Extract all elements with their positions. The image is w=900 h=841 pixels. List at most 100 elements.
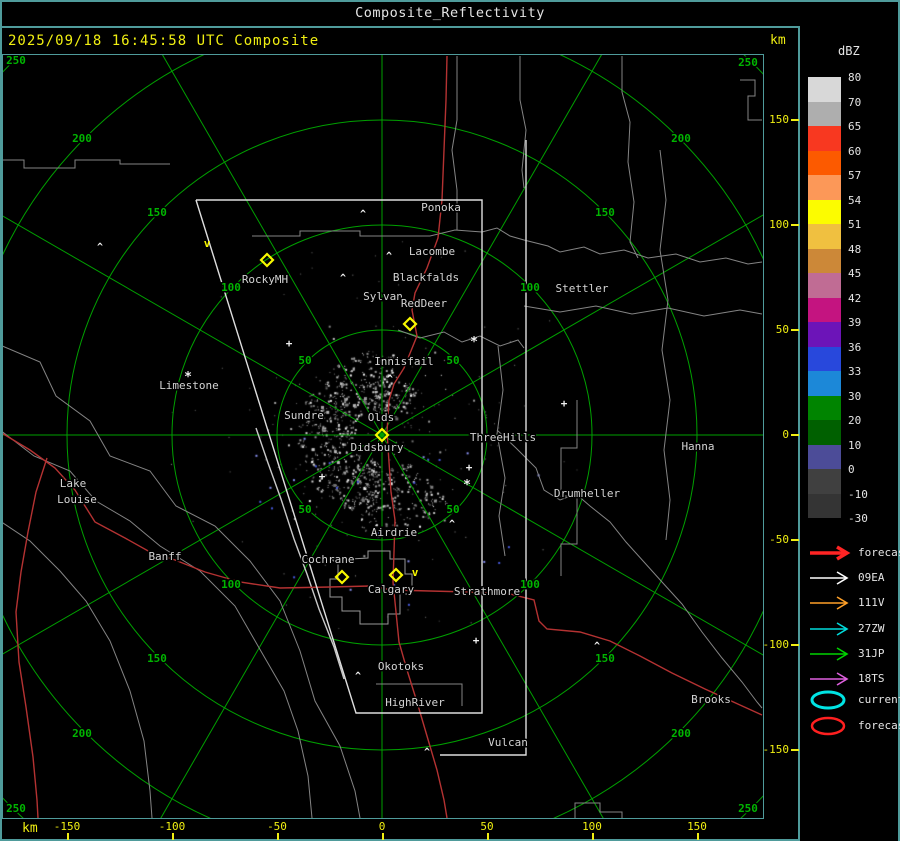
bottom-axis-tick: [172, 833, 174, 840]
city-label: Okotoks: [378, 660, 424, 673]
city-label: Sylvan: [363, 290, 403, 303]
range-ring-label: 250: [738, 56, 758, 69]
map-overlay: 50 50 50 50 100 100 100 100 150 150 150 150 200 200 20…: [3, 55, 763, 818]
range-ring-label: 50: [446, 503, 459, 516]
bottom-axis-tick: [592, 833, 594, 840]
right-axis-tick-label: -50: [769, 533, 789, 546]
colorbar-cell: [808, 101, 841, 126]
legend-item-111V: 111V: [806, 591, 898, 615]
colorbar-value-label: 36: [848, 340, 862, 354]
caret-marker: ^: [340, 273, 346, 284]
legend-arrow-icon: [810, 622, 849, 636]
city-label: Blackfalds: [393, 271, 459, 284]
colorbar-cell: [808, 469, 841, 494]
colorbar-value-label: 60: [848, 144, 862, 158]
county-boundary: [252, 227, 763, 265]
range-ring-label: 100: [520, 281, 540, 294]
colorbar-value-label: -10: [848, 487, 868, 501]
city-label: Strathmore: [454, 585, 520, 598]
city-label: RedDeer: [401, 297, 448, 310]
legend-arrow-icon: [810, 596, 849, 610]
county-boundary: [621, 56, 639, 259]
legend-item-label: 27ZW: [858, 622, 885, 635]
colorbar-value-label: 39: [848, 316, 862, 329]
county-boundary: [659, 149, 671, 541]
caret-marker: ^: [594, 641, 600, 652]
range-ring-label: 150: [147, 206, 167, 219]
legend-item-forecast: forecast: [806, 714, 900, 738]
window-border-left: [0, 0, 2, 841]
plus-marker: +: [561, 397, 568, 410]
colorbar-cell: [808, 199, 841, 224]
plus-marker: +: [286, 337, 293, 350]
right-axis-tick: [791, 329, 799, 331]
legend-arrow-icon: [810, 647, 849, 661]
county-boundary: [523, 305, 763, 317]
plus-marker: +: [466, 461, 473, 474]
vee-marker: v: [412, 566, 419, 579]
legend-item-label: 09EA: [858, 571, 885, 584]
colorbar-value-label: 48: [848, 242, 862, 256]
city-label: Lake: [60, 477, 87, 490]
right-axis-tick-label: -150: [762, 743, 790, 756]
legend-item-label: 31JP: [858, 647, 885, 660]
colorbar-value-label: 57: [848, 169, 862, 182]
city-label: Brooks: [691, 693, 731, 706]
radar-site-diamond: [388, 567, 404, 583]
city-label: HighRiver: [385, 696, 445, 709]
range-ring-label: 150: [595, 652, 615, 665]
range-ring-label: 100: [221, 578, 241, 591]
legend-item-label: 111V: [858, 596, 885, 609]
range-ring-label: 200: [72, 132, 92, 145]
caret-marker: ^: [386, 251, 392, 262]
legend-arrow-icon: [810, 545, 851, 561]
county-boundary: [496, 429, 763, 709]
colorbar-cell: [808, 297, 841, 322]
bottom-axis-tick-label: 150: [687, 820, 707, 833]
bottom-axis-tick-label: -150: [53, 820, 81, 833]
city-label: Vulcan: [488, 736, 528, 749]
colorbar-cell: [808, 420, 841, 445]
right-axis-tick-label: 0: [782, 428, 789, 441]
colorbar-cell: [808, 150, 841, 175]
county-boundary: [519, 56, 527, 189]
colorbar-cell: [808, 371, 841, 396]
range-ring-label: 50: [446, 354, 459, 367]
right-axis-unit-label: km: [770, 33, 786, 48]
asterisk-marker: *: [470, 335, 478, 350]
right-axis-tick: [791, 224, 799, 226]
road-line: [15, 457, 48, 818]
bottom-distance-axis: km -150 -100 -50 0 50 100 150: [0, 818, 798, 841]
county-boundary: [496, 345, 506, 557]
legend-item-label: forecast: [858, 546, 900, 559]
colorbar-value-label: 51: [848, 218, 862, 231]
range-ring-label: 150: [147, 652, 167, 665]
city-label: Drumheller: [554, 487, 621, 500]
bottom-axis-tick-label: 50: [480, 820, 494, 833]
azimuth-spoke: [381, 434, 763, 656]
legend-item-current: current: [806, 688, 900, 712]
colorbar-cell: [808, 322, 841, 347]
range-ring-label: 50: [298, 503, 311, 516]
city-label: Calgary: [368, 583, 415, 596]
colorbar-cell: [808, 395, 841, 420]
colorbar-value-label: 45: [848, 267, 862, 280]
county-boundary: [3, 159, 170, 169]
legend-item-label: 18TS: [858, 672, 885, 685]
legend-arrow-icon: [810, 571, 849, 585]
legend-item-forecast: forecast: [806, 541, 900, 565]
radar-site-diamond: [259, 252, 275, 268]
right-axis-tick-label: -100: [762, 638, 790, 651]
range-ring-label: 250: [6, 55, 26, 67]
city-label: ThreeHills: [470, 431, 536, 444]
county-boundary: [3, 522, 153, 818]
city-label: Airdrie: [371, 526, 417, 539]
right-distance-axis: 150 100 50 0 -50 -100 -150: [763, 55, 799, 818]
radar-map[interactable]: 50 50 50 50 100 100 100 100 150 150 150 150 200 200 20…: [3, 55, 763, 818]
bottom-axis-tick: [382, 833, 384, 840]
county-boundary: [3, 431, 313, 818]
window-titlebar[interactable]: Composite_Reflectivity: [0, 0, 900, 26]
right-axis-tick-label: 100: [769, 218, 789, 231]
bottom-axis-tick-label: -100: [158, 820, 186, 833]
colorbar-value-label: 10: [848, 438, 862, 452]
